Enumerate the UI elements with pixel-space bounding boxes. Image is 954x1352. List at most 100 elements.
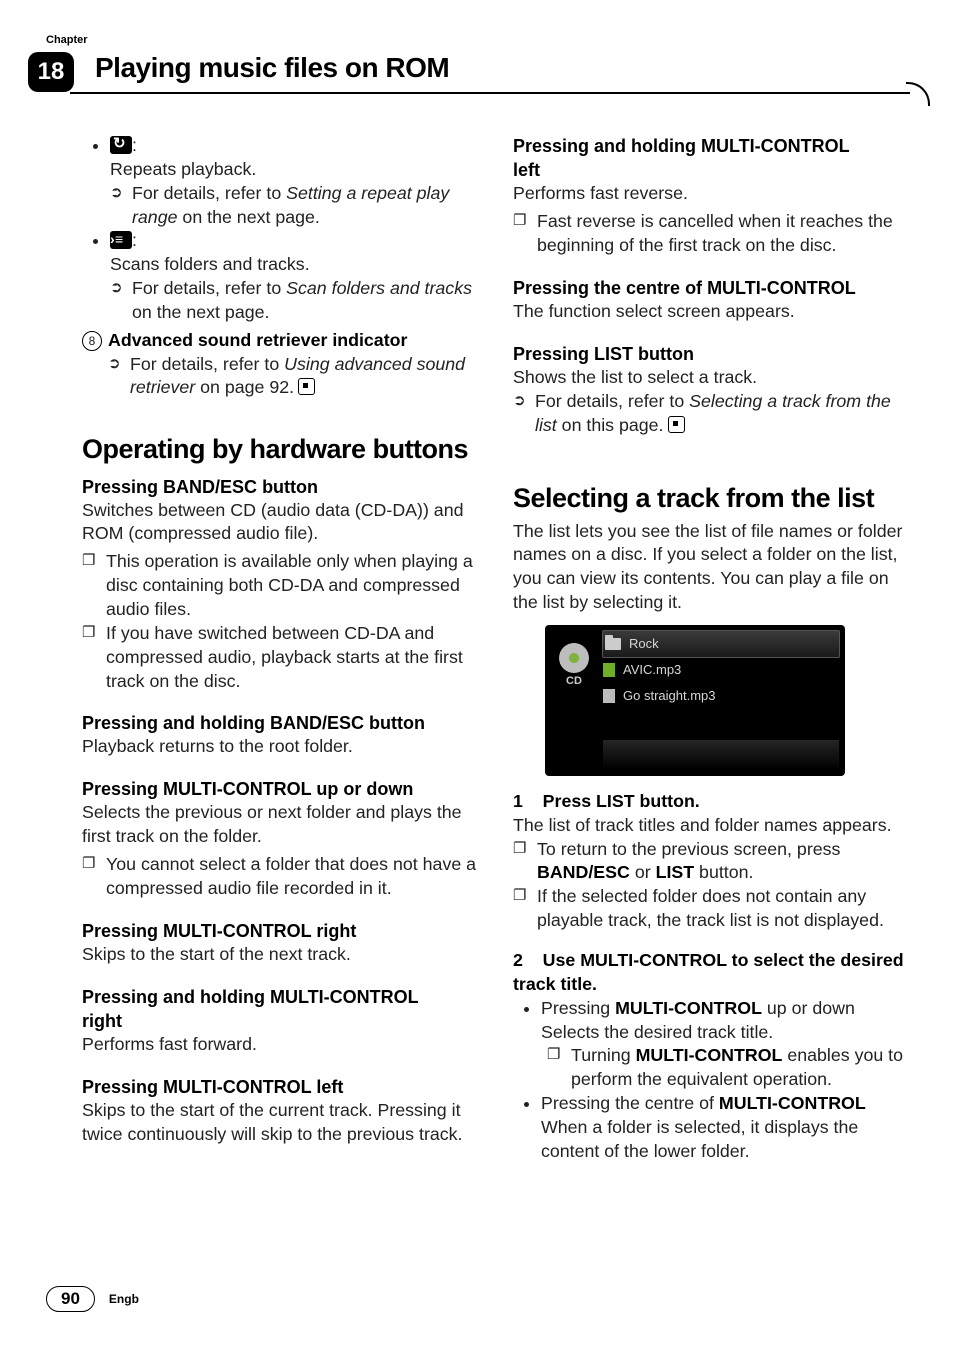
band-note1: This operation is available only when pl… [82, 550, 477, 622]
scan-detail-link: Scan folders and tracks [286, 278, 472, 298]
s1b1a: To return to the previous screen, press [537, 839, 840, 859]
screenshot-side: CD [551, 631, 597, 770]
mcud-head: Pressing MULTI-CONTROL up or down [82, 777, 477, 801]
mclh-text: Performs fast reverse. [513, 182, 908, 206]
band-note2: If you have switched between CD-DA and c… [82, 622, 477, 694]
list-head: Pressing LIST button [513, 342, 908, 366]
mcud-note1: You cannot select a folder that does not… [82, 853, 477, 901]
list-detail: For details, refer to Selecting a track … [513, 390, 908, 438]
d1sb: MULTI-CONTROL [636, 1045, 783, 1065]
step2-bullets: Pressing MULTI-CONTROL up or down Select… [513, 997, 908, 1164]
cd-label: CD [566, 675, 582, 687]
band-head: Pressing BAND/ESC button [82, 475, 477, 499]
mclh-head: Pressing and holding MULTI-CONTROLleft [513, 134, 908, 182]
scan-detail-prefix: For details, refer to [132, 278, 286, 298]
step1-num: 1 [513, 791, 523, 811]
screenshot-gloss [603, 740, 839, 770]
step2-num: 2 [513, 950, 523, 970]
file-icon [603, 663, 615, 677]
mcl-head: Pressing MULTI-CONTROL left [82, 1075, 477, 1099]
scan-detail: For details, refer to Scan folders and t… [110, 277, 477, 325]
end-mark-icon [298, 378, 315, 395]
mcr-text: Skips to the start of the next track. [82, 943, 477, 967]
step2-d1: Pressing MULTI-CONTROL up or down Select… [541, 997, 908, 1092]
d2b: MULTI-CONTROL [719, 1093, 866, 1113]
step2: 2 Use MULTI-CONTROL to select the desire… [513, 949, 908, 997]
mcrh-head: Pressing and holding MULTI-CONTROLright [82, 985, 477, 1033]
d1p: Selects the desired track title. [541, 1022, 773, 1042]
adv-detail-prefix: For details, refer to [130, 354, 284, 374]
right-column: Pressing and holding MULTI-CONTROLleft P… [513, 134, 908, 1242]
mclh-note1: Fast reverse is cancelled when it reache… [513, 210, 908, 258]
row2-text: AVIC.mp3 [623, 662, 681, 677]
file-icon [603, 689, 615, 703]
bandhold-text: Playback returns to the root folder. [82, 735, 477, 759]
list-detail-prefix: For details, refer to [535, 391, 689, 411]
s1b1e: button. [694, 862, 753, 882]
chapter-number-badge: 18 [28, 52, 74, 92]
scan-desc: Scans folders and tracks. [110, 254, 310, 274]
page: Chapter 18 Playing music files on ROM : … [0, 0, 954, 1352]
repeat-desc: Repeats playback. [110, 159, 256, 179]
adv-detail-suffix: on page 92. [195, 377, 294, 397]
adv-num: 8 [82, 331, 102, 351]
repeat-detail-suffix: on the next page. [177, 207, 319, 227]
adv-indicator: 8 Advanced sound retriever indicator [82, 329, 477, 353]
chapter-number: 18 [38, 58, 65, 86]
repeat-detail-prefix: For details, refer to [132, 183, 286, 203]
track-list-screenshot: CD Rock AVIC.mp3 Go straig [545, 625, 845, 776]
d2a: Pressing the centre of [541, 1093, 719, 1113]
sel-heading: Selecting a track from the list [513, 483, 908, 513]
mcc-head: Pressing the centre of MULTI-CONTROL [513, 276, 908, 300]
list-text: Shows the list to select a track. [513, 366, 908, 390]
mcrh-text: Performs fast forward. [82, 1033, 477, 1057]
scan-bullet: : Scans folders and tracks. For details,… [110, 229, 477, 324]
mcc-text: The function select screen appears. [513, 300, 908, 324]
mcl-text: Skips to the start of the current track.… [82, 1099, 477, 1147]
repeat-detail: For details, refer to Setting a repeat p… [110, 182, 477, 230]
mcud-text: Selects the previous or next folder and … [82, 801, 477, 849]
d1sa: Turning [571, 1045, 636, 1065]
step1-note2: If the selected folder does not contain … [513, 885, 908, 933]
hw-heading: Operating by hardware buttons [82, 434, 477, 464]
title-rule [70, 92, 910, 94]
cd-disc-icon [559, 643, 589, 673]
d1b: MULTI-CONTROL [615, 998, 762, 1018]
chapter-label: Chapter [46, 34, 88, 46]
scan-detail-suffix: on the next page. [132, 302, 269, 322]
mcr-head: Pressing MULTI-CONTROL right [82, 919, 477, 943]
repeat-icon [110, 136, 132, 154]
s1b1b: BAND/ESC [537, 862, 630, 882]
sel-intro: The list lets you see the list of file n… [513, 520, 908, 615]
scan-icon [110, 231, 132, 249]
page-number: 90 [46, 1286, 95, 1312]
repeat-bullet: : Repeats playback. For details, refer t… [110, 134, 477, 229]
s1b1c: or [630, 862, 656, 882]
screenshot-frame: CD Rock AVIC.mp3 Go straig [545, 625, 845, 776]
step1-text: The list of track titles and folder name… [513, 814, 908, 838]
row1-text: Rock [629, 636, 659, 651]
row3-text: Go straight.mp3 [623, 688, 716, 703]
d2p: When a folder is selected, it displays t… [541, 1117, 858, 1161]
bandhold-head: Pressing and holding BAND/ESC button [82, 711, 477, 735]
d1c: up or down [762, 998, 855, 1018]
lang-code: Engb [109, 1292, 139, 1306]
step2-d1-sub: Turning MULTI-CONTROL enables you to per… [547, 1044, 908, 1092]
step1-head: Press LIST button. [543, 791, 700, 811]
columns: : Repeats playback. For details, refer t… [82, 134, 908, 1242]
list-detail-suffix: on this page. [557, 415, 664, 435]
left-column: : Repeats playback. For details, refer t… [82, 134, 477, 1242]
icon-bullets: : Repeats playback. For details, refer t… [82, 134, 477, 325]
adv-detail: For details, refer to Using advanced sou… [108, 353, 477, 401]
step1: 1 Press LIST button. [513, 790, 908, 814]
chapter-title: Playing music files on ROM [95, 52, 449, 84]
band-text: Switches between CD (audio data (CD-DA))… [82, 499, 477, 547]
end-mark-icon [668, 416, 685, 433]
s1b1d: LIST [656, 862, 695, 882]
adv-title: Advanced sound retriever indicator [108, 330, 407, 350]
screenshot-space [603, 709, 839, 744]
list-row-file: AVIC.mp3 [603, 657, 839, 683]
folder-icon [605, 638, 621, 650]
d1a: Pressing [541, 998, 615, 1018]
screenshot-list: Rock AVIC.mp3 Go straight.mp3 [603, 631, 839, 770]
